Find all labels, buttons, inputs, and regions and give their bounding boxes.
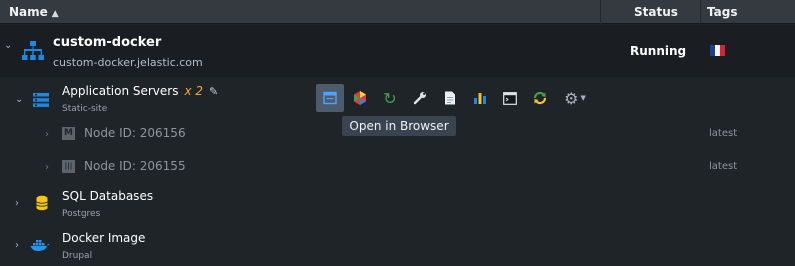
table-header: Name ▲ Status Tags [0, 0, 795, 24]
add-ons-icon [354, 91, 366, 105]
settings-button[interactable]: ⚙ ▼ [558, 84, 592, 112]
name-column-label: Name [9, 5, 48, 19]
statistics-icon [474, 93, 486, 104]
sql-databases-title[interactable]: SQL Databases [62, 189, 153, 203]
column-divider [700, 0, 701, 24]
collapse-chevron-icon[interactable]: ⌄ [15, 95, 25, 105]
config-icon [413, 92, 426, 105]
app-server-icon [33, 93, 49, 107]
add-ons-button[interactable] [346, 84, 374, 112]
restart-icon: ↻ [383, 88, 397, 108]
sort-ascending-icon[interactable]: ▲ [52, 9, 59, 19]
settings-icon: ⚙ [564, 88, 579, 108]
node-id-label: Node ID: 206155 [84, 159, 186, 173]
app-servers-subtitle: Static-site [62, 104, 108, 114]
app-servers-title[interactable]: Application Servers x 2 ✎ [62, 84, 218, 98]
expand-chevron-icon[interactable]: › [45, 162, 49, 173]
environment-row[interactable]: ⌄ custom-docker custom-docker.jelastic.c… [0, 25, 795, 77]
redeploy-button[interactable] [526, 84, 554, 112]
docker-image-title[interactable]: Docker Image [62, 231, 145, 245]
group-title-label: Application Servers [62, 84, 179, 98]
master-node-icon: M [62, 127, 75, 140]
web-ssh-icon [503, 91, 517, 105]
france-flag-icon [710, 45, 725, 56]
node-row[interactable]: › ||| Node ID: 206155 latest [0, 151, 795, 184]
status-column-header[interactable]: Status [634, 0, 678, 24]
sql-databases-subtitle: Postgres [62, 209, 101, 219]
docker-image-group[interactable]: › Docker Image Drupal [0, 225, 795, 266]
expand-chevron-icon[interactable]: › [15, 241, 25, 251]
node-count: x 2 [184, 84, 204, 98]
status-badge: Running [630, 44, 687, 58]
collapse-chevron-icon[interactable]: ⌄ [4, 41, 14, 51]
restart-button[interactable]: ↻ [376, 84, 404, 112]
docker-icon [30, 240, 50, 251]
tooltip: Open in Browser [342, 116, 456, 136]
column-divider [600, 0, 601, 24]
sql-databases-group[interactable]: › SQL Databases Postgres [0, 184, 795, 224]
node-id-label: Node ID: 206156 [84, 126, 186, 140]
web-ssh-button[interactable] [496, 84, 524, 112]
expand-chevron-icon[interactable]: › [45, 129, 49, 140]
database-icon [36, 195, 48, 211]
environment-name[interactable]: custom-docker [53, 35, 161, 50]
node-tag: latest [709, 161, 738, 172]
name-column-header[interactable]: Name ▲ [9, 0, 59, 24]
log-button[interactable] [436, 84, 464, 112]
docker-image-subtitle: Drupal [62, 251, 93, 261]
config-button[interactable] [406, 84, 434, 112]
expand-chevron-icon[interactable]: › [15, 199, 25, 209]
environment-topology-icon [22, 41, 44, 60]
environment-url-link[interactable]: custom-docker.jelastic.com [53, 56, 203, 69]
open-in-browser-icon [323, 91, 337, 105]
redeploy-icon [533, 91, 547, 105]
statistics-button[interactable] [466, 84, 494, 112]
node-tag: latest [709, 128, 738, 139]
node-icon: ||| [62, 160, 75, 173]
tags-column-header[interactable]: Tags [707, 0, 737, 24]
log-icon [445, 91, 455, 105]
dropdown-caret-icon: ▼ [580, 94, 586, 102]
edit-pencil-icon[interactable]: ✎ [209, 85, 218, 98]
open-in-browser-button[interactable] [316, 84, 344, 112]
